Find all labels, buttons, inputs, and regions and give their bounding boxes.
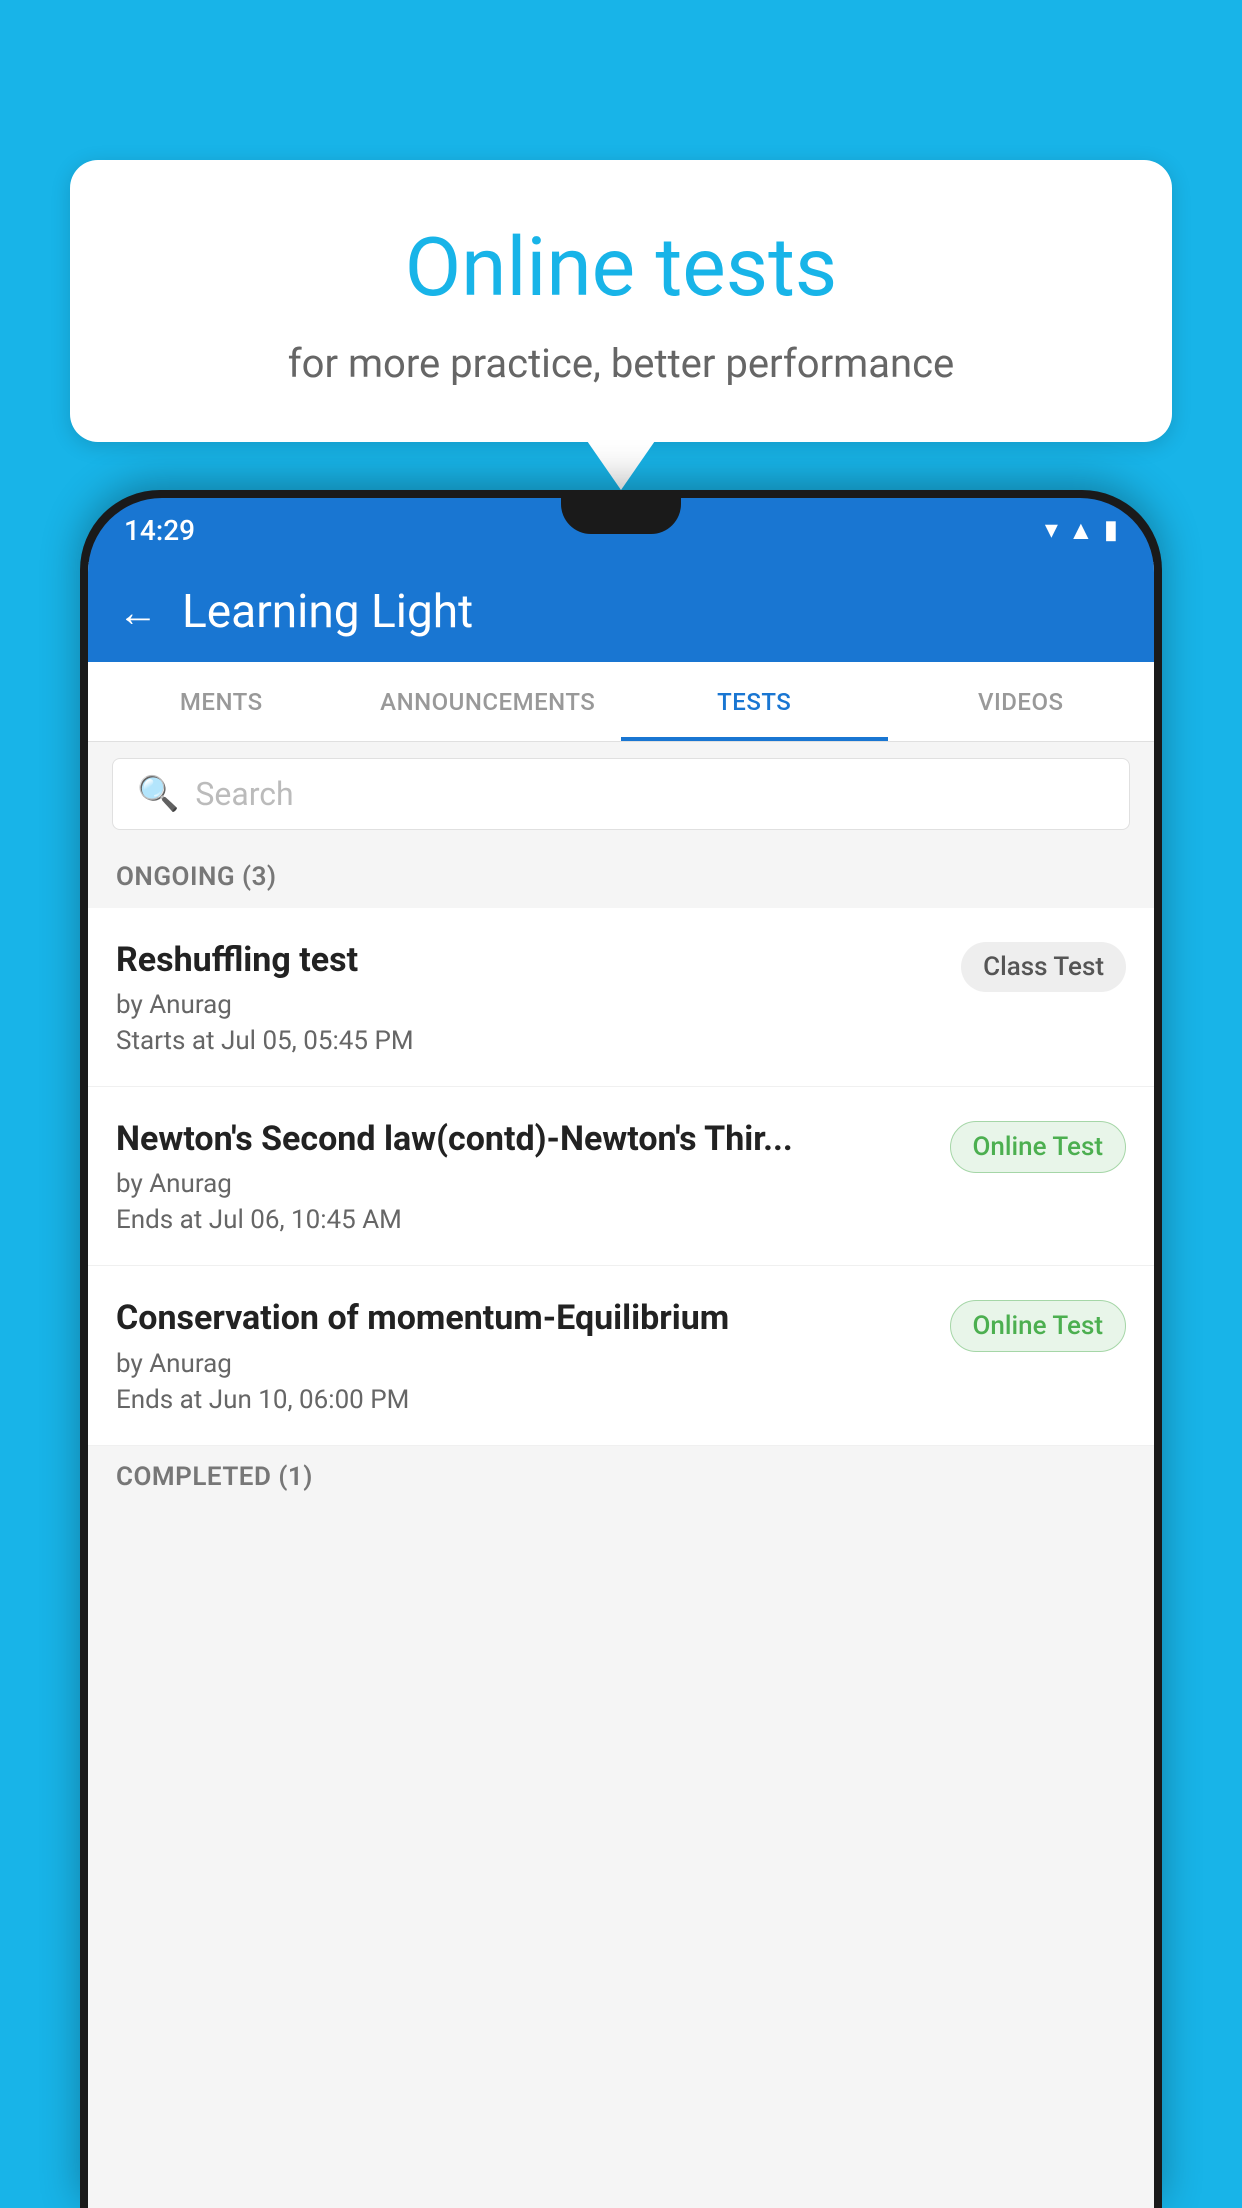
ongoing-header-label: ONGOING (3) [116, 862, 277, 892]
test-title-newton: Newton's Second law(contd)-Newton's Thir… [116, 1117, 934, 1161]
bubble-subtitle: for more practice, better performance [120, 340, 1122, 387]
tab-tests[interactable]: TESTS [621, 662, 888, 741]
test-by-reshuffling: by Anurag [116, 990, 945, 1020]
test-item-reshuffling[interactable]: Reshuffling test by Anurag Starts at Jul… [88, 908, 1154, 1087]
test-title-conservation: Conservation of momentum-Equilibrium [116, 1296, 934, 1340]
phone-frame: 14:29 ▾ ▲ ▮ ← Learning Light MENTS ANNOU… [80, 490, 1162, 2208]
tab-videos-label: VIDEOS [978, 688, 1064, 716]
wifi-icon: ▾ [1045, 515, 1058, 545]
bubble-title: Online tests [120, 220, 1122, 316]
search-placeholder: Search [195, 775, 293, 813]
tab-ments-label: MENTS [180, 688, 263, 716]
back-button[interactable]: ← [118, 589, 158, 636]
completed-header-label: COMPLETED (1) [116, 1462, 313, 1492]
test-badge-online-conservation: Online Test [950, 1300, 1127, 1352]
test-by-conservation: by Anurag [116, 1349, 934, 1379]
screen-content: ← Learning Light MENTS ANNOUNCEMENTS TES… [88, 562, 1154, 2208]
tab-announcements-label: ANNOUNCEMENTS [380, 688, 595, 716]
test-date-reshuffling: Starts at Jul 05, 05:45 PM [116, 1026, 945, 1056]
completed-section-header: COMPLETED (1) [88, 1446, 1154, 1508]
test-item-newton[interactable]: Newton's Second law(contd)-Newton's Thir… [88, 1087, 1154, 1266]
tab-announcements[interactable]: ANNOUNCEMENTS [355, 662, 622, 741]
tab-videos[interactable]: VIDEOS [888, 662, 1155, 741]
test-date-conservation: Ends at Jun 10, 06:00 PM [116, 1385, 934, 1415]
test-list: Reshuffling test by Anurag Starts at Jul… [88, 908, 1154, 1446]
test-badge-online-newton: Online Test [950, 1121, 1127, 1173]
app-bar-title: Learning Light [182, 585, 473, 639]
tab-bar: MENTS ANNOUNCEMENTS TESTS VIDEOS [88, 662, 1154, 742]
test-info-newton: Newton's Second law(contd)-Newton's Thir… [116, 1117, 934, 1235]
test-title-reshuffling: Reshuffling test [116, 938, 945, 982]
battery-icon: ▮ [1104, 515, 1118, 545]
test-by-newton: by Anurag [116, 1169, 934, 1199]
tab-ments[interactable]: MENTS [88, 662, 355, 741]
search-icon: 🔍 [137, 774, 179, 814]
speech-bubble: Online tests for more practice, better p… [70, 160, 1172, 442]
app-bar: ← Learning Light [88, 562, 1154, 662]
test-item-conservation[interactable]: Conservation of momentum-Equilibrium by … [88, 1266, 1154, 1445]
status-time: 14:29 [124, 514, 195, 547]
test-badge-class: Class Test [961, 942, 1126, 992]
test-info-reshuffling: Reshuffling test by Anurag Starts at Jul… [116, 938, 945, 1056]
status-icons: ▾ ▲ ▮ [1045, 515, 1118, 546]
tab-tests-label: TESTS [717, 688, 791, 716]
test-date-newton: Ends at Jul 06, 10:45 AM [116, 1205, 934, 1235]
test-info-conservation: Conservation of momentum-Equilibrium by … [116, 1296, 934, 1414]
search-input-box[interactable]: 🔍 Search [112, 758, 1130, 830]
notch [561, 498, 681, 534]
status-bar: 14:29 ▾ ▲ ▮ [88, 498, 1154, 562]
search-bar-container: 🔍 Search [88, 742, 1154, 846]
phone-inner: 14:29 ▾ ▲ ▮ ← Learning Light MENTS ANNOU… [88, 498, 1154, 2208]
signal-icon: ▲ [1068, 515, 1094, 546]
ongoing-section-header: ONGOING (3) [88, 846, 1154, 908]
